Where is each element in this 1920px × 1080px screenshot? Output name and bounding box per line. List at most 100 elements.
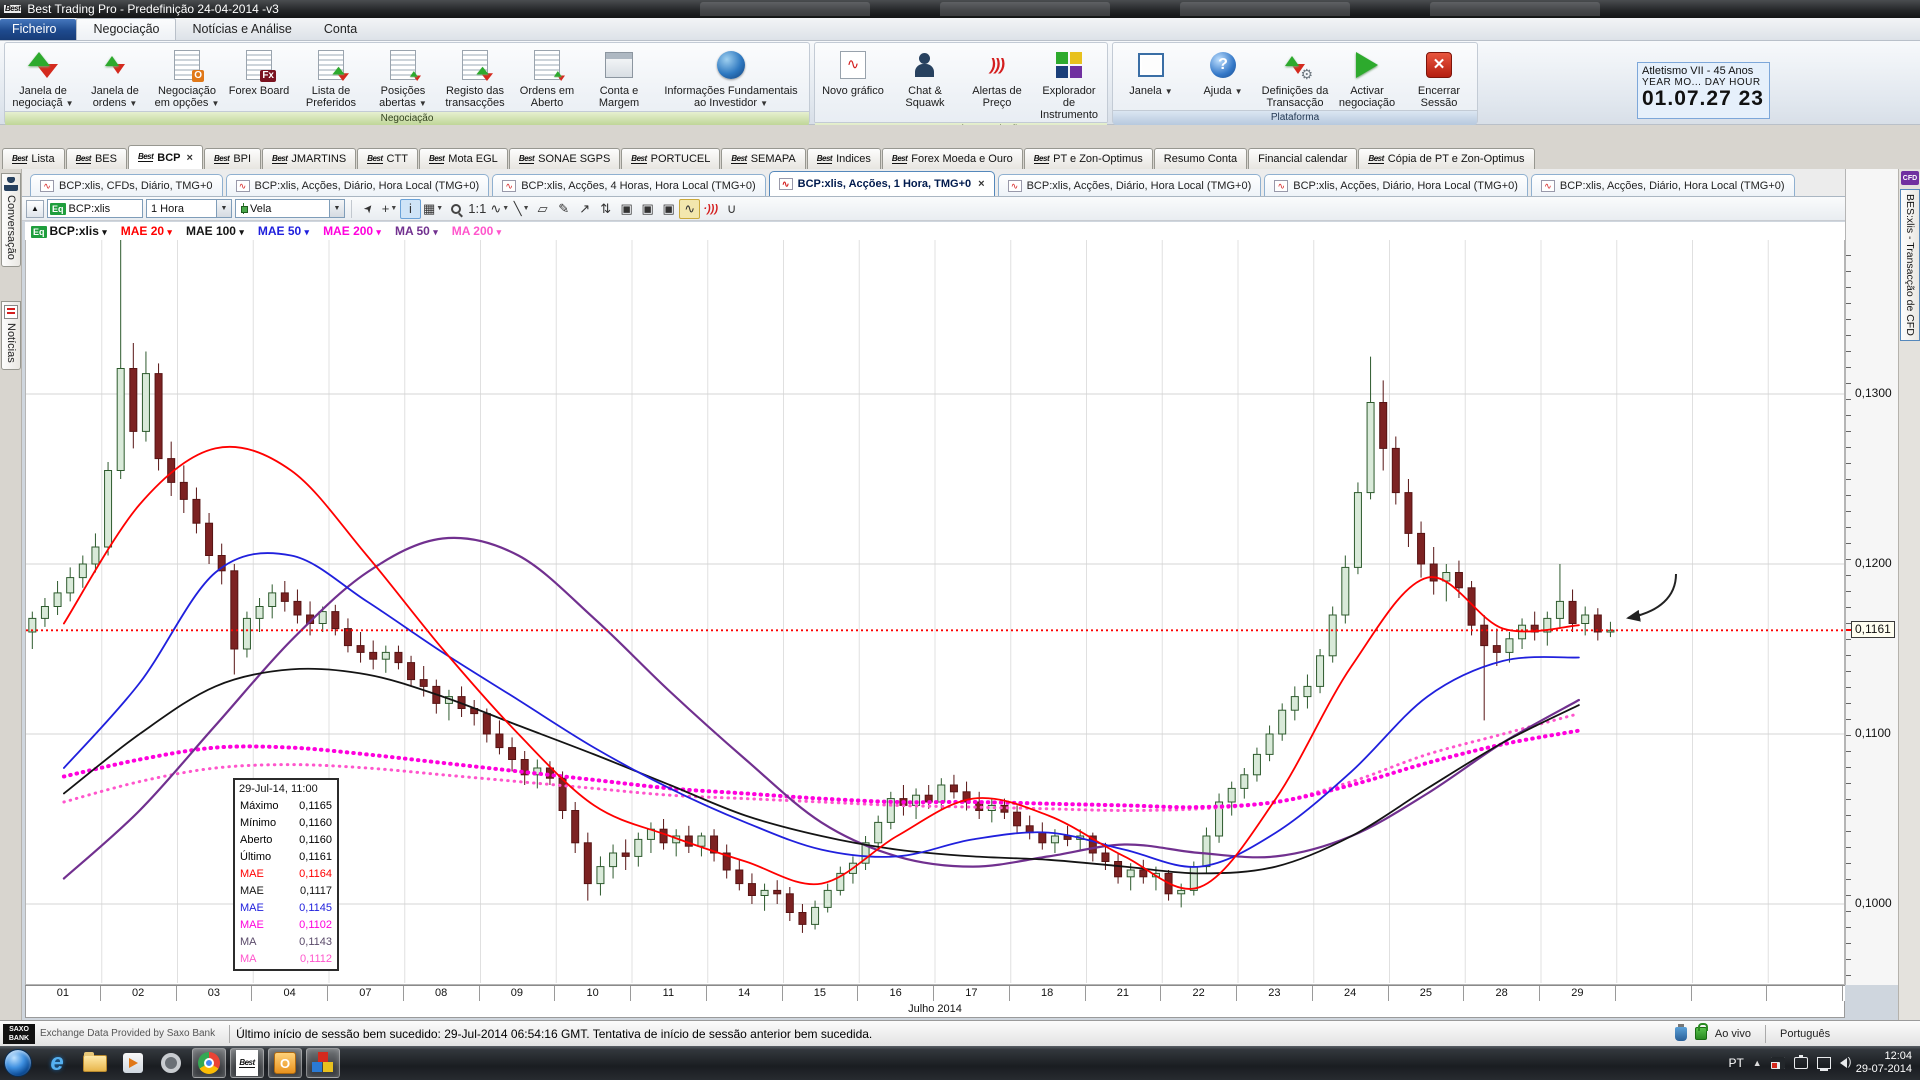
chart-snapshot-tool[interactable]: ▣ xyxy=(616,199,637,219)
workspace-tab-semapa[interactable]: BestSEMAPA xyxy=(721,148,805,169)
registo-das-transac-es-button[interactable]: Registo das transacções xyxy=(439,45,511,111)
taskbar-app-ring[interactable] xyxy=(154,1048,188,1078)
conta-e-margem-button[interactable]: Conta e Margem xyxy=(583,45,655,111)
taskbar-explorer[interactable] xyxy=(78,1048,112,1078)
percent-change-tool[interactable]: ⇅ xyxy=(595,199,616,219)
sidebar-tab-cfd-trade[interactable]: BES:xlis - Transacção de CFD xyxy=(1900,189,1920,341)
tray-language-indicator[interactable]: PT xyxy=(1728,1056,1743,1070)
info-tool[interactable]: i xyxy=(400,199,421,219)
janela-de-negocia--button[interactable]: Janela de negociaçã ▼ xyxy=(7,45,79,111)
period-select[interactable]: 1 Hora ▼ xyxy=(146,199,232,218)
workspace-tab-jmartins[interactable]: BestJMARTINS xyxy=(262,148,356,169)
draw-tool[interactable]: ✎ xyxy=(553,199,574,219)
price-axis[interactable]: 0,13000,12000,11000,10000,1161 xyxy=(1845,169,1898,985)
chat-squawk-button[interactable]: Chat & Squawk xyxy=(889,45,961,122)
workspace-tab-resumo-conta[interactable]: Resumo Conta xyxy=(1154,148,1247,169)
chart-tab-1[interactable]: ∿BCP:xlis, Acções, Diário, Hora Local (T… xyxy=(226,174,490,196)
power-icon[interactable] xyxy=(1794,1057,1808,1069)
chart-tab-2[interactable]: ∿BCP:xlis, Acções, 4 Horas, Hora Local (… xyxy=(492,174,765,196)
chart-tab-5[interactable]: ∿BCP:xlis, Acções, Diário, Hora Local (T… xyxy=(1264,174,1528,196)
chart-tab-4[interactable]: ∿BCP:xlis, Acções, Diário, Hora Local (T… xyxy=(998,174,1262,196)
grid-tool[interactable]: ▦▼ xyxy=(421,199,445,219)
defini-es-da-transac-o-button[interactable]: ⚙Definições da Transacção xyxy=(1259,45,1331,110)
alertas-de-pre-o-button[interactable]: )))Alertas de Preço xyxy=(961,45,1033,122)
encerrar-sess-o-button[interactable]: ✕Encerrar Sessão xyxy=(1403,45,1475,110)
ordens-em-aberto-button[interactable]: Ordens em Aberto xyxy=(511,45,583,111)
ajuda-button[interactable]: ?Ajuda ▼ xyxy=(1187,45,1259,110)
legend-item-mae-100[interactable]: MAE 100 ▾ xyxy=(186,224,244,238)
janela-button[interactable]: Janela ▼ xyxy=(1115,45,1187,110)
lista-de-preferidos-button[interactable]: Lista de Preferidos xyxy=(295,45,367,111)
menu-tab-ficheiro[interactable]: Ficheiro xyxy=(0,19,76,40)
chart-tab-0[interactable]: ∿BCP:xlis, CFDs, Diário, TMG+0 xyxy=(30,174,223,196)
chart-overlay-tool[interactable]: ▣ xyxy=(658,199,679,219)
workspace-tab-sonae-sgps[interactable]: BestSONAE SGPS xyxy=(509,148,620,169)
close-icon[interactable]: × xyxy=(187,152,193,164)
menu-tab-negocia-o[interactable]: Negociação xyxy=(76,18,176,40)
eraser-tool[interactable]: ▱ xyxy=(532,199,553,219)
chart-tab-6[interactable]: ∿BCP:xlis, Acções, Diário, Hora Local (T… xyxy=(1531,174,1795,196)
legend-item-mae-50[interactable]: MAE 50 ▾ xyxy=(258,224,309,238)
symbol-input[interactable]: Eq BCP:xlis xyxy=(47,199,143,218)
chart-tab-3[interactable]: ∿BCP:xlis, Acções, 1 Hora, TMG+0× xyxy=(769,171,995,196)
magnet-tool[interactable]: ∪ xyxy=(721,199,742,219)
workspace-tab-financial-calendar[interactable]: Financial calendar xyxy=(1248,148,1357,169)
tray-clock[interactable]: 12:04 29-07-2014 xyxy=(1856,1050,1912,1076)
forex-board-button[interactable]: FxForex Board xyxy=(223,45,295,111)
menu-tab-not-cias-e-an-lise[interactable]: Notícias e Análise xyxy=(176,19,307,40)
action-center-icon[interactable] xyxy=(1771,1057,1785,1069)
network-icon[interactable] xyxy=(1817,1057,1831,1069)
pointer-tool[interactable]: ➤ xyxy=(358,199,379,219)
candle-down xyxy=(483,714,490,734)
crosshair-tool[interactable]: +▼ xyxy=(379,199,400,219)
start-button[interactable] xyxy=(4,1049,32,1077)
measure-tool[interactable]: ↗ xyxy=(574,199,595,219)
workspace-tab-pt-e-zon-optimus[interactable]: BestPT e Zon-Optimus xyxy=(1024,148,1153,169)
explorador-de-instrumento-button[interactable]: Explorador de Instrumento xyxy=(1033,45,1105,122)
workspace-tab-forex-moeda-e-ouro[interactable]: BestForex Moeda e Ouro xyxy=(882,148,1023,169)
activar-negocia-o-button[interactable]: Activar negociação xyxy=(1331,45,1403,110)
workspace-tab-c-pia-de-pt-e-zon-optimus[interactable]: BestCópia de PT e Zon-Optimus xyxy=(1358,148,1534,169)
workspace-tab-bes[interactable]: BestBES xyxy=(66,148,127,169)
trendline-tool[interactable]: ╲▼ xyxy=(511,199,532,219)
system-tray: PT ▲ 12:04 29-07-2014 xyxy=(1728,1050,1920,1076)
workspace-tab-mota-egl[interactable]: BestMota EGL xyxy=(419,148,508,169)
workspace-tab-portucel[interactable]: BestPORTUCEL xyxy=(621,148,720,169)
janela-de-ordens-button[interactable]: Janela de ordens ▼ xyxy=(79,45,151,111)
legend-item-mae-200[interactable]: MAE 200 ▾ xyxy=(323,224,381,238)
sidebar-tab-not-cias[interactable]: Notícias xyxy=(1,301,21,370)
collapse-toolbar-button[interactable]: ▲ xyxy=(26,200,44,218)
wave-indicator-tool[interactable]: ∿ xyxy=(679,199,700,219)
indicator-tool[interactable]: ∿▼ xyxy=(488,199,511,219)
legend-item-ma-50[interactable]: MA 50 ▾ xyxy=(395,224,438,238)
workspace-tab-bpi[interactable]: BestBPI xyxy=(204,148,261,169)
time-axis[interactable]: 0102030407080910111415161718212223242528… xyxy=(25,985,1845,1001)
novo-gr-fico-button[interactable]: ∿Novo gráfico xyxy=(817,45,889,122)
sidebar-tab-conversa-o[interactable]: Conversação xyxy=(1,173,21,267)
one-to-one-tool[interactable]: 1:1 xyxy=(466,199,488,219)
taskbar-media-player[interactable] xyxy=(116,1048,150,1078)
informa-es-fundamentais-ao-investidor-button[interactable]: Informações Fundamentais ao Investidor ▼ xyxy=(655,45,807,111)
negocia-o-em-op-es-button[interactable]: ONegociação em opções ▼ xyxy=(151,45,223,111)
price-alert-tool[interactable]: ·))) xyxy=(700,199,721,219)
close-icon[interactable]: × xyxy=(978,178,984,190)
volume-icon[interactable] xyxy=(1840,1058,1847,1068)
zoom-tool[interactable] xyxy=(445,199,466,219)
workspace-tab-lista[interactable]: BestLista xyxy=(2,148,65,169)
posi-es-abertas-button[interactable]: Posições abertas ▼ xyxy=(367,45,439,111)
taskbar-chrome[interactable] xyxy=(192,1048,226,1078)
taskbar-app-cubes[interactable] xyxy=(306,1048,340,1078)
legend-symbol[interactable]: EqBCP:xlis ▾ xyxy=(29,224,107,238)
chart-style-select[interactable]: Vela ▼ xyxy=(235,199,345,218)
menu-tab-conta[interactable]: Conta xyxy=(308,19,373,40)
tray-show-hidden-icons[interactable]: ▲ xyxy=(1753,1058,1762,1068)
taskbar-internet-explorer[interactable]: e xyxy=(40,1048,74,1078)
taskbar-outlook[interactable]: O xyxy=(268,1048,302,1078)
legend-item-mae-20[interactable]: MAE 20 ▾ xyxy=(121,224,172,238)
taskbar-best-trading[interactable]: Best xyxy=(230,1048,264,1078)
legend-item-ma-200[interactable]: MA 200 ▾ xyxy=(452,224,501,238)
workspace-tab-indices[interactable]: BestIndices xyxy=(807,148,881,169)
workspace-tab-bcp[interactable]: BestBCP× xyxy=(128,145,203,169)
chart-window-tool[interactable]: ▣ xyxy=(637,199,658,219)
workspace-tab-ctt[interactable]: BestCTT xyxy=(357,148,418,169)
